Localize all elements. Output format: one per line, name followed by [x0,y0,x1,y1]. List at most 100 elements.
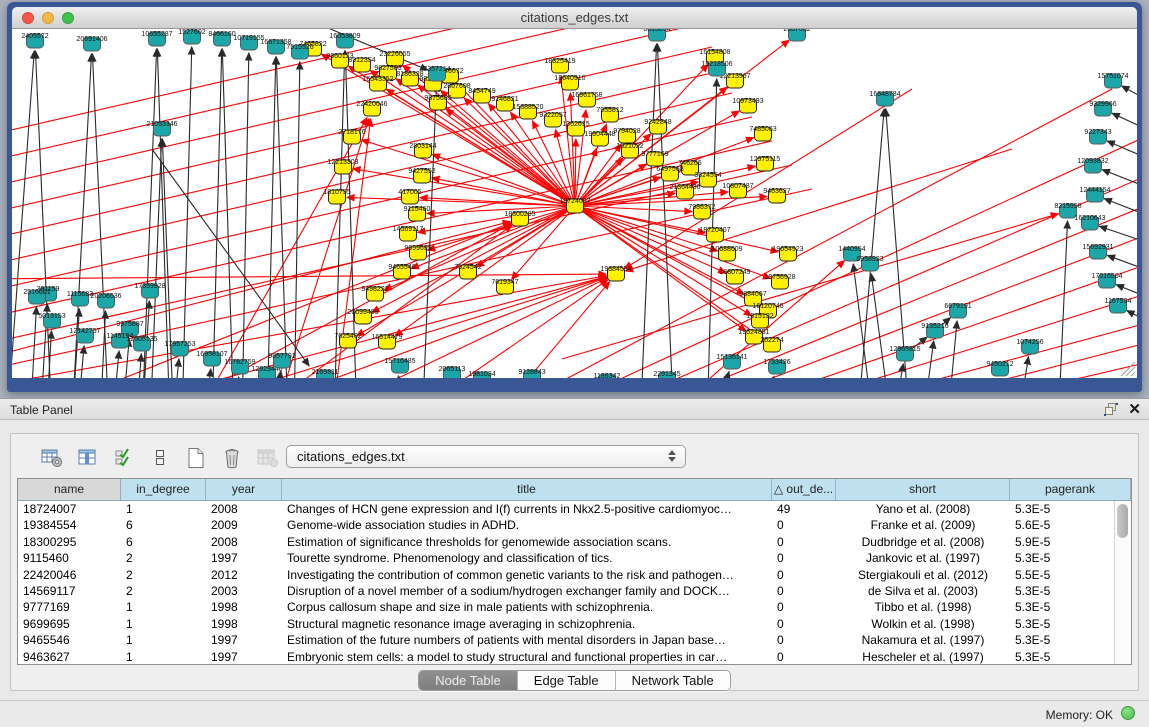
network-node[interactable]: 9242848 [644,119,671,134]
table-cell[interactable]: Embryonic stem cells: a model to study s… [282,649,772,664]
network-edge[interactable] [12,51,34,378]
table-cell[interactable]: 2008 [206,534,282,550]
table-cell[interactable]: 1997 [206,632,282,648]
network-node[interactable]: 16958107 [196,351,227,366]
network-node[interactable]: 1733426 [763,359,790,374]
network-node[interactable]: 17359928 [134,283,165,298]
network-node[interactable]: 8912354 [348,57,375,72]
table-cell[interactable]: Genome-wide association studies in ADHD. [282,517,772,533]
network-edge[interactable] [1058,221,1068,378]
table-cell[interactable]: Hescheler et al. (1997) [836,649,1010,664]
network-node[interactable]: 16053809 [329,33,360,48]
table-row[interactable]: 1830029562008Estimation of significance … [18,534,1114,550]
table-cell[interactable]: 1998 [206,616,282,632]
table-cell[interactable]: Wolkin et al. (1998) [836,616,1010,632]
table-cell[interactable]: 5.3E-5 [1010,583,1114,599]
table-scrollbar-thumb[interactable] [1117,504,1128,538]
network-edge[interactable] [35,51,52,378]
delete-column-button[interactable] [219,446,245,470]
tab-network-table[interactable]: Network Table [616,671,730,690]
table-cell[interactable]: 49 [772,501,836,517]
network-node[interactable]: 9777169 [641,151,668,166]
column-header-name[interactable]: name [18,479,121,500]
table-row[interactable]: 1938455462009Genome-wide association stu… [18,517,1114,533]
table-cell[interactable]: 2008 [206,501,282,517]
table-cell[interactable]: 1997 [206,550,282,566]
network-node[interactable]: 20099489 [347,309,378,324]
table-cell[interactable]: Nakamura et al. (1997) [836,632,1010,648]
zoom-window-button[interactable] [62,12,74,24]
network-edge[interactable] [757,376,774,378]
network-node[interactable]: 9450212 [986,361,1013,376]
network-edge[interactable] [112,351,119,378]
table-cell[interactable]: 0 [772,550,836,566]
table-cell[interactable]: 5.3E-5 [1010,649,1114,664]
table-cell[interactable]: 1 [121,599,206,615]
network-node[interactable]: 1810755 [323,189,350,204]
network-edge[interactable] [640,44,657,378]
row-height-button[interactable] [147,446,173,470]
table-cell[interactable]: Yano et al. (2008) [836,501,1010,517]
network-node[interactable]: 22420046 [356,101,387,116]
column-header-title[interactable]: title [282,479,772,500]
network-node[interactable]: 417005 [398,189,421,204]
table-cell[interactable]: 0 [772,567,836,583]
network-edge[interactable] [1122,86,1137,114]
table-cell[interactable]: Estimation of the future numbers of pati… [282,632,772,648]
table-cell[interactable]: 0 [772,534,836,550]
network-edge[interactable] [871,274,892,378]
table-cell[interactable]: 5.3E-5 [1010,501,1114,517]
network-node[interactable]: 9427552 [408,168,435,183]
column-header-short[interactable]: short [836,479,1010,500]
network-edge[interactable] [1112,113,1137,141]
table-cell[interactable]: 2 [121,550,206,566]
close-window-button[interactable] [22,12,34,24]
network-node[interactable]: 15751074 [1097,73,1128,88]
table-cell[interactable]: 2 [121,583,206,599]
network-node[interactable]: 21053346 [146,121,177,136]
table-cell[interactable]: Investigating the contribution of common… [282,567,772,583]
network-node[interactable]: 19756928 [764,274,795,289]
network-edge[interactable] [12,276,606,378]
show-columns-button[interactable] [75,446,101,470]
network-node[interactable]: 8466160 [208,31,235,46]
network-edge[interactable] [892,364,903,378]
table-cell[interactable]: 9777169 [18,599,121,615]
network-node[interactable]: 2169811 [312,369,339,378]
resize-grip-icon[interactable] [1126,367,1135,376]
table-cell[interactable]: 0 [772,632,836,648]
table-cell[interactable]: 0 [772,517,836,533]
network-edge[interactable] [267,57,276,378]
network-node[interactable]: 2405572 [21,33,48,48]
column-header-year[interactable]: year [206,479,282,500]
network-edge[interactable] [575,40,789,206]
table-cell[interactable]: 6 [121,534,206,550]
network-node[interactable]: 19654923 [772,246,803,261]
table-cell[interactable]: 2012 [206,567,282,583]
table-cell[interactable]: 0 [772,583,836,599]
table-cell[interactable]: 19384554 [18,517,121,533]
table-cell[interactable]: 6 [121,517,206,533]
network-edge[interactable] [182,47,192,378]
network-node[interactable]: 20691406 [76,36,107,51]
table-cell[interactable]: Tourette syndrome. Phenomenology and cla… [282,550,772,566]
network-node[interactable]: 252274 [760,337,783,352]
table-row[interactable]: 2242004622012Investigating the contribut… [18,567,1114,583]
network-node[interactable]: 18807249 [719,269,750,284]
resize-grip-icon[interactable] [1131,372,1135,376]
table-cell[interactable]: Tibbo et al. (1998) [836,599,1010,615]
network-node[interactable]: 19904448 [584,131,615,146]
table-cell[interactable]: 0 [772,616,836,632]
network-node[interactable]: 10655287 [141,31,172,46]
table-cell[interactable]: Corpus callosum shape and size in male p… [282,599,772,615]
table-cell[interactable]: 1998 [206,599,282,615]
network-node[interactable]: 9128843 [518,369,545,378]
table-cell[interactable]: 2003 [206,583,282,599]
network-node[interactable]: 5013153 [38,313,65,328]
table-cell[interactable]: 5.3E-5 [1010,632,1114,648]
table-cell[interactable]: 9699695 [18,616,121,632]
table-cell[interactable]: 5.3E-5 [1010,550,1114,566]
table-cell[interactable]: 5.6E-5 [1010,517,1114,533]
network-node[interactable]: 9463627 [763,188,790,203]
table-cell[interactable]: Dudbridge et al. (2008) [836,534,1010,550]
